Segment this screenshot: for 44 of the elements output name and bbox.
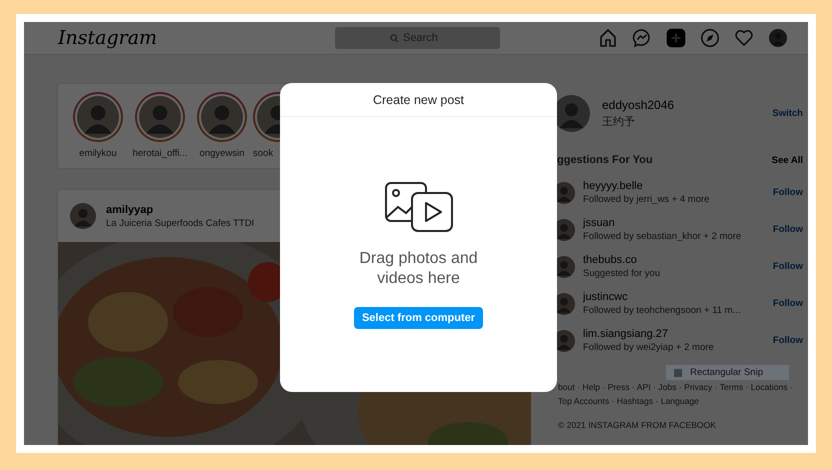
story-username[interactable]: emilykou	[79, 148, 117, 159]
new-post-icon[interactable]	[666, 28, 686, 48]
drop-message: Drag photos and videos here	[358, 249, 479, 289]
suggestion-username[interactable]: heyyyy.belle	[583, 180, 710, 192]
follow-button[interactable]: Follow	[772, 335, 803, 346]
select-from-computer-button[interactable]: Select from computer	[354, 307, 484, 329]
see-all-link[interactable]: See All	[772, 154, 803, 166]
suggestion-note: Suggested for you	[583, 268, 660, 279]
snip-label: Rectangular Snip	[690, 367, 763, 378]
follow-button[interactable]: Follow	[772, 298, 803, 309]
footer-links[interactable]: Top Accounts · Hashtags · Language	[558, 394, 803, 408]
logo[interactable]: Instagram	[58, 27, 335, 49]
footer-links[interactable]: bout · Help · Press · API · Jobs · Privacy · Terms · Locations ·	[558, 380, 803, 394]
post-location[interactable]: La Juiceria Superfoods Cafes TTDI	[106, 218, 254, 228]
suggestions-title: ggestions For You	[557, 154, 653, 166]
suggestion-note: Followed by sebastian_khor + 2 more	[583, 231, 742, 242]
suggestion-username[interactable]: jssuan	[583, 217, 742, 229]
story-username[interactable]: herotai_offi...	[132, 148, 188, 159]
story-username[interactable]: sook	[253, 148, 274, 159]
suggestion-username[interactable]: thebubs.co	[583, 254, 660, 266]
messenger-icon[interactable]	[632, 28, 652, 48]
compass-icon[interactable]	[700, 28, 720, 48]
snip-tooltip[interactable]: Rectangular Snip	[666, 365, 789, 380]
follow-button[interactable]: Follow	[772, 261, 803, 272]
dialog-title: Create new post	[280, 83, 557, 117]
post-avatar[interactable]	[70, 203, 96, 229]
switch-link[interactable]: Switch	[772, 108, 803, 119]
search-icon	[390, 34, 399, 43]
home-icon[interactable]	[598, 28, 618, 48]
suggestion-username[interactable]: justincwc	[583, 291, 740, 303]
follow-button[interactable]: Follow	[772, 224, 803, 235]
story-username[interactable]: ongyewsin	[200, 148, 244, 159]
profile-username[interactable]: eddyosh2046	[602, 98, 674, 112]
post-username[interactable]: amilyyap	[106, 204, 254, 216]
suggestion-note: Followed by wei2yiap + 2 more	[583, 342, 714, 353]
suggestion-note: Followed by teohchengsoon + 11 m...	[583, 305, 740, 316]
photo-video-icon	[384, 181, 454, 233]
snip-icon	[674, 368, 682, 376]
heart-icon[interactable]	[734, 28, 754, 48]
suggestion-note: Followed by jerri_ws + 4 more	[583, 194, 710, 205]
suggestion-username[interactable]: lim.siangsiang.27	[583, 328, 714, 340]
profile-name: 王约予	[602, 115, 636, 129]
follow-button[interactable]: Follow	[772, 187, 803, 198]
copyright: © 2021 INSTAGRAM FROM FACEBOOK	[558, 419, 718, 432]
